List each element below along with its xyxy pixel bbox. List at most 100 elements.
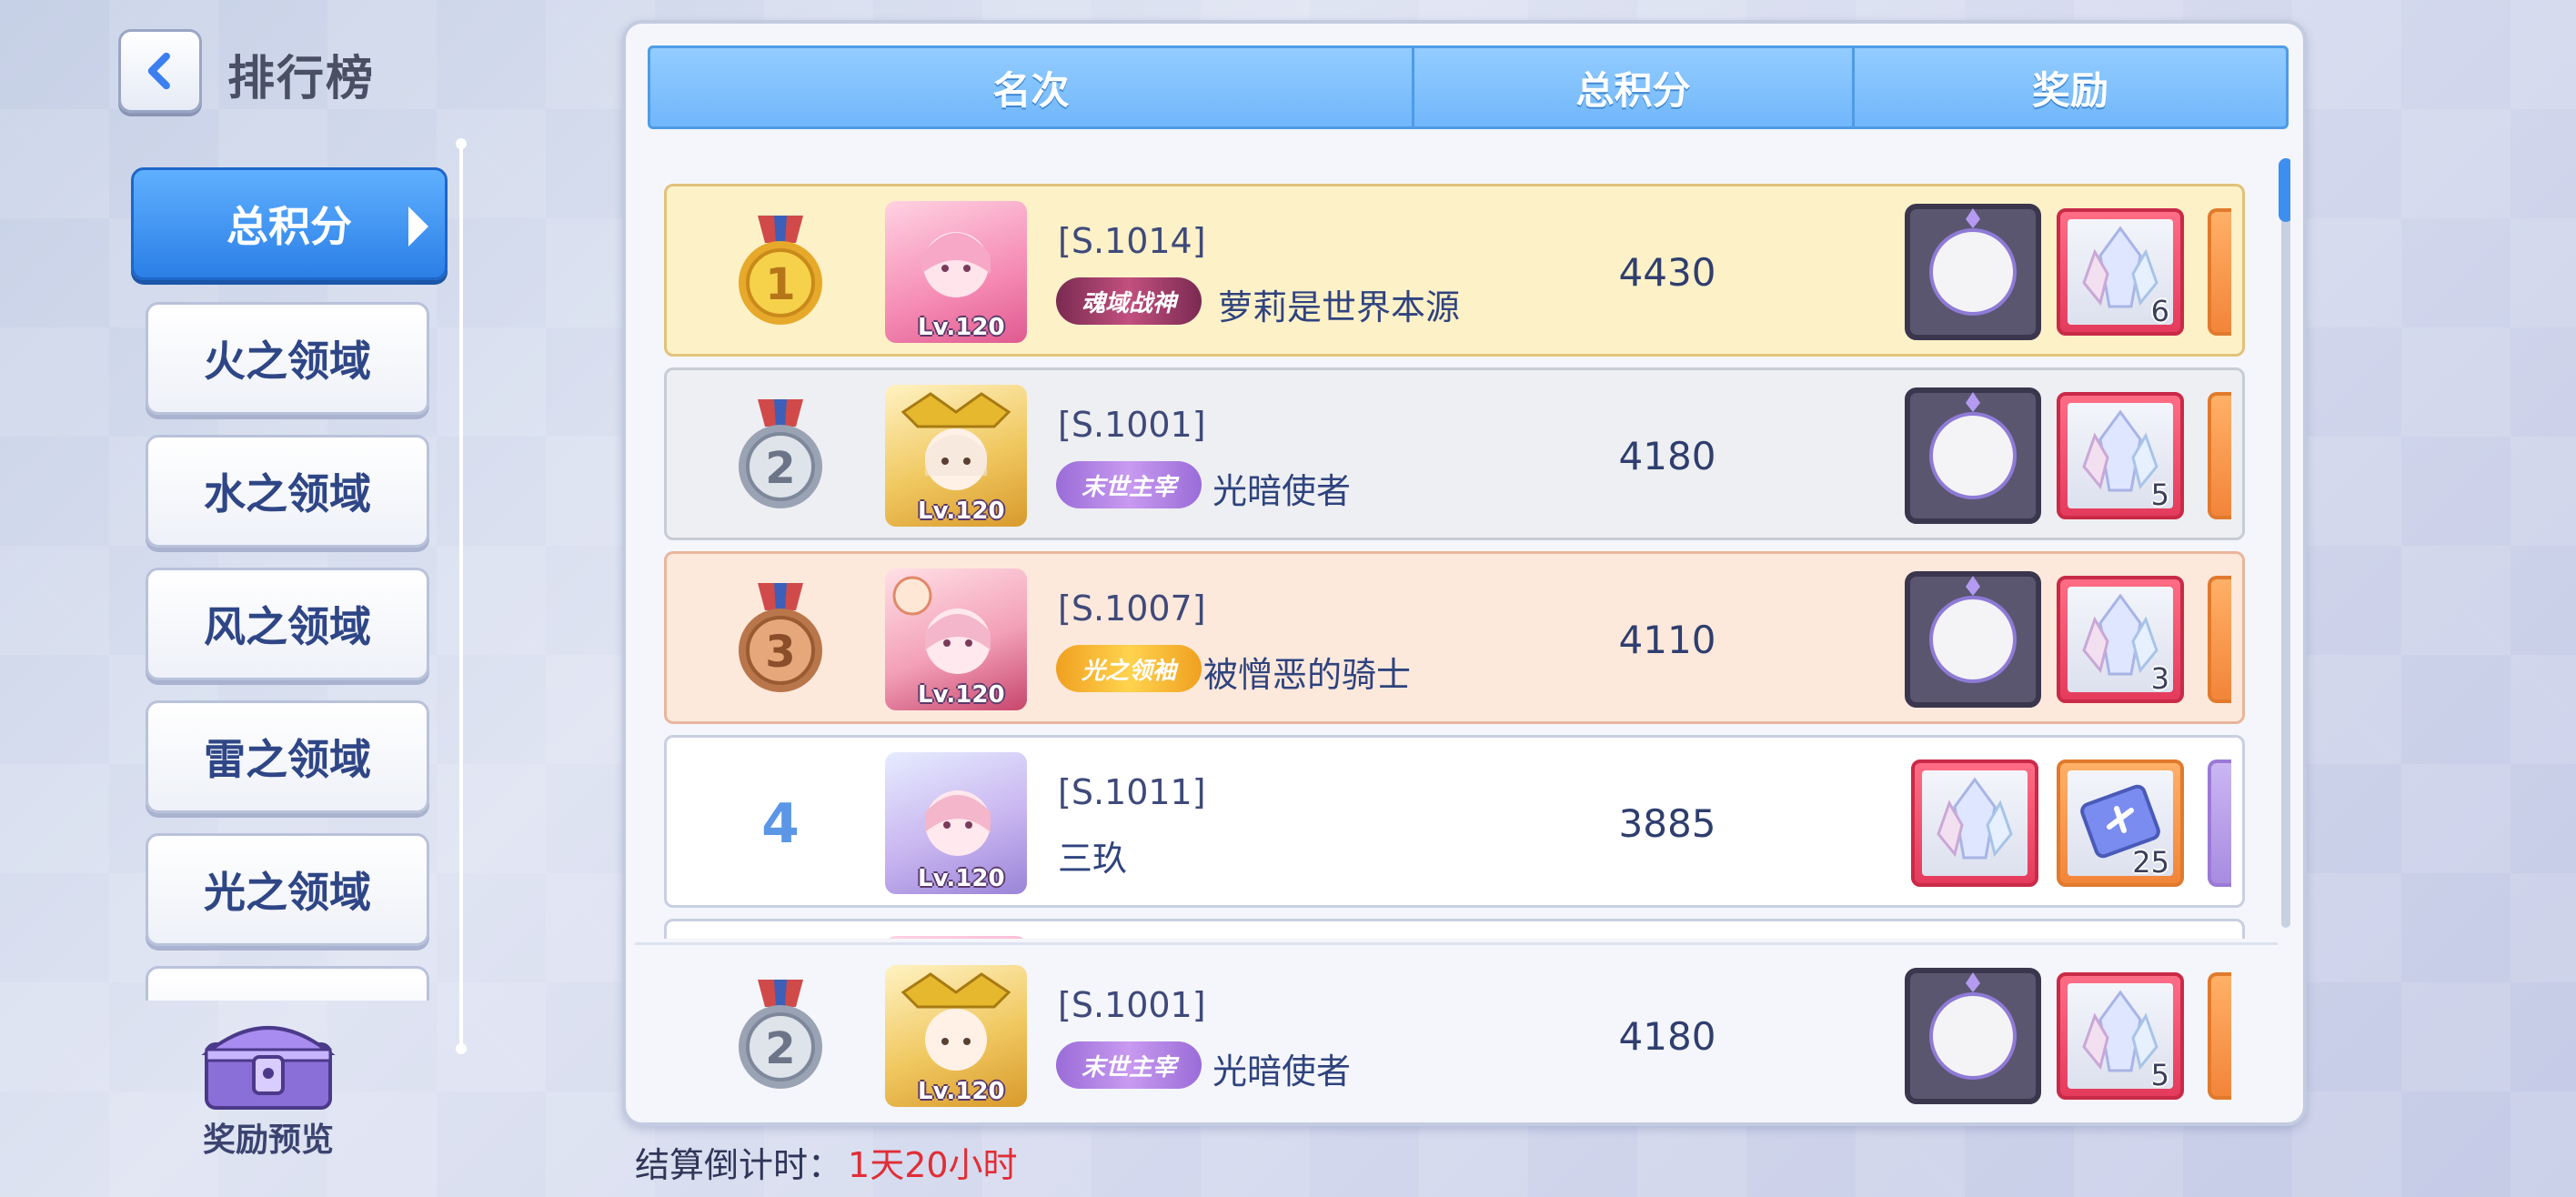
page-title: 排行榜 [227, 52, 376, 106]
silver-medal-icon: 2 [739, 399, 822, 508]
player-name: 光暗使者 [1213, 1051, 1352, 1091]
my-rank-row[interactable]: 2 Lv.120 [S.1001] 末世主宰 光暗使者 4180 5 [664, 948, 2245, 1121]
reward-list: 25 [1904, 754, 2231, 896]
player-name: 被憎恶的骑士 [1203, 655, 1412, 695]
ranking-panel: 名次 总积分 奖励 1 Lv.120 [S.1014] 魂域战神 萝莉是世界本源… [622, 20, 2307, 1126]
sidebar-item-fire[interactable]: 火之领域 [146, 302, 429, 415]
title-badge: 末世主宰 [1056, 1041, 1202, 1089]
avatar[interactable]: Lv.120 [885, 385, 1027, 527]
reward-item-partial[interactable] [2208, 576, 2231, 703]
sidebar-item-thunder[interactable]: 雷之领域 [146, 700, 429, 813]
reward-list: 5 [1904, 387, 2231, 528]
table-row[interactable]: 4 Lv.120 [S.1011] 三玖 3885 25 [664, 735, 2245, 908]
ticket-reward[interactable]: 25 [2057, 759, 2184, 887]
list-scrollbar-thumb[interactable] [2279, 158, 2290, 222]
bronze-medal-icon: 3 [739, 583, 822, 692]
sidebar-item-light[interactable]: 光之领域 [146, 833, 429, 946]
crystal-reward[interactable]: 5 [2057, 972, 2184, 1100]
reward-count: 5 [2150, 1058, 2169, 1092]
crystal-reward[interactable] [1911, 759, 2038, 887]
avatar-level: Lv.120 [918, 314, 1005, 341]
table-row[interactable] [664, 919, 2245, 939]
ranking-list[interactable]: 1 Lv.120 [S.1014] 魂域战神 萝莉是世界本源 4430 6 2 … [644, 147, 2290, 939]
score: 4110 [1618, 618, 1716, 662]
silver-medal-icon: 2 [739, 980, 822, 1089]
reward-item-partial[interactable] [2208, 392, 2231, 519]
title-badge: 光之领袖 [1056, 645, 1202, 692]
sidebar-item-label: 火之领域 [204, 337, 371, 386]
reward-list: 6 [1904, 203, 2231, 345]
title-badge: 末世主宰 [1056, 461, 1202, 508]
server-id: [S.1001] [1058, 985, 1206, 1025]
avatar-level: Lv.120 [918, 498, 1005, 525]
sidebar-item-label: 风之领域 [204, 602, 371, 651]
reward-count: 25 [2132, 845, 2169, 880]
avatar-frame-icon[interactable] [1904, 387, 2042, 525]
reward-count: 5 [2150, 478, 2169, 512]
score: 4180 [1618, 434, 1716, 478]
sidebar-item-label: 总积分 [226, 202, 352, 251]
column-header-score: 总积分 [1414, 48, 1855, 126]
crystal-reward[interactable]: 5 [2057, 392, 2184, 519]
table-header: 名次 总积分 奖励 [648, 45, 2289, 129]
reward-preview-button[interactable]: 奖励预览 [191, 1008, 346, 1161]
avatar-level: Lv.120 [918, 1078, 1005, 1105]
reward-item-partial[interactable] [2208, 759, 2231, 887]
avatar-level: Lv.120 [918, 865, 1005, 892]
score: 3885 [1618, 801, 1716, 846]
divider [635, 942, 2278, 945]
reward-item-partial[interactable] [2208, 972, 2231, 1100]
gold-medal-icon: 1 [739, 216, 822, 325]
reward-count: 6 [2150, 294, 2169, 328]
avatar-frame-icon[interactable] [1904, 203, 2042, 341]
avatar[interactable]: Lv.120 [885, 568, 1027, 710]
svg-text:1: 1 [765, 259, 795, 310]
avatar[interactable] [885, 936, 1027, 939]
column-header-reward: 奖励 [2031, 67, 2108, 113]
sidebar-scrollbar[interactable] [456, 138, 467, 1054]
crystal-icon [1937, 777, 2013, 860]
title-badge: 魂域战神 [1056, 277, 1202, 325]
reward-item-partial[interactable] [2208, 208, 2231, 336]
avatar[interactable]: Lv.120 [885, 752, 1027, 894]
table-row[interactable]: 2 Lv.120 [S.1001] 末世主宰 光暗使者 4180 5 [664, 367, 2245, 540]
sidebar: 总积分 火之领域 水之领域 风之领域 雷之领域 光之领域 [127, 164, 455, 1001]
avatar[interactable]: Lv.120 [885, 201, 1027, 343]
avatar-frame-icon[interactable] [1904, 967, 2042, 1105]
settlement-countdown: 结算倒计时： 1天20小时 [635, 1137, 1018, 1187]
avatar-frame-icon[interactable] [1904, 570, 2042, 709]
countdown-value: 1天20小时 [848, 1145, 1018, 1185]
back-arrow-icon [147, 52, 170, 90]
column-header-rank: 名次 [650, 48, 1414, 126]
server-id: [S.1011] [1058, 772, 1206, 812]
server-id: [S.1007] [1058, 588, 1206, 629]
reward-list: 3 [1904, 570, 2231, 712]
player-name: 萝莉是世界本源 [1218, 287, 1461, 327]
server-id: [S.1001] [1058, 405, 1206, 445]
reward-list: 5 [1904, 967, 2231, 1109]
sidebar-item-partial[interactable] [146, 966, 429, 1001]
reward-count: 3 [2150, 661, 2169, 696]
sidebar-item-label: 光之领域 [204, 868, 371, 917]
reward-preview-label: 奖励预览 [202, 1122, 334, 1159]
list-scrollbar[interactable] [2279, 158, 2290, 928]
table-row[interactable]: 3 Lv.120 [S.1007] 光之领袖 被憎恶的骑士 4110 3 [664, 551, 2245, 724]
chevron-right-icon [408, 206, 428, 246]
server-id: [S.1014] [1058, 221, 1206, 261]
svg-text:2: 2 [765, 1023, 795, 1074]
countdown-label: 结算倒计时： [635, 1145, 843, 1185]
sidebar-item-label: 雷之领域 [204, 735, 371, 784]
treasure-chest-icon [201, 1026, 336, 1110]
table-row[interactable]: 1 Lv.120 [S.1014] 魂域战神 萝莉是世界本源 4430 6 [664, 184, 2245, 357]
back-button[interactable] [118, 29, 202, 113]
crystal-reward[interactable]: 6 [2057, 208, 2184, 336]
avatar-level: Lv.120 [918, 681, 1005, 709]
crystal-reward[interactable]: 3 [2057, 576, 2184, 703]
score: 4180 [1618, 1014, 1716, 1059]
sidebar-item-wind[interactable]: 风之领域 [146, 568, 429, 680]
sidebar-item-label: 水之领域 [204, 469, 371, 518]
score: 4430 [1618, 250, 1716, 295]
sidebar-item-total-score[interactable]: 总积分 [131, 167, 448, 280]
avatar[interactable]: Lv.120 [885, 965, 1027, 1107]
sidebar-item-water[interactable]: 水之领域 [146, 435, 429, 548]
